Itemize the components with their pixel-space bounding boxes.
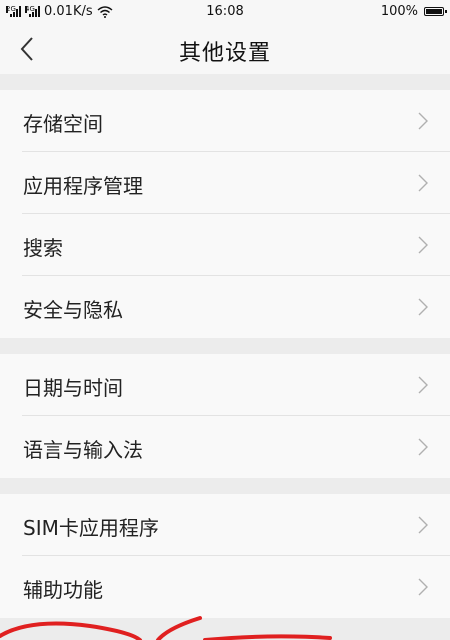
menu-item-label: 应用程序管理 bbox=[23, 174, 143, 198]
menu-item-language-input[interactable]: 语言与输入法 bbox=[0, 416, 450, 478]
chevron-right-icon bbox=[418, 174, 428, 192]
menu-item-label: 辅助功能 bbox=[23, 578, 103, 602]
menu-item-date-time[interactable]: 日期与时间 bbox=[0, 354, 450, 416]
menu-item-label: 安全与隐私 bbox=[23, 298, 123, 322]
battery-icon bbox=[424, 7, 447, 16]
menu-item-label: 语言与输入法 bbox=[23, 438, 143, 462]
menu-item-label: SIM卡应用程序 bbox=[23, 516, 159, 540]
menu-item-security-privacy[interactable]: 安全与隐私 bbox=[0, 276, 450, 338]
section-divider bbox=[0, 478, 450, 494]
chevron-right-icon bbox=[418, 236, 428, 254]
chevron-right-icon bbox=[418, 578, 428, 596]
title-bar: 其他设置 bbox=[0, 24, 450, 74]
status-bar: 2G 4G 0.01K/s 16:08 100% bbox=[0, 0, 450, 24]
section-divider bbox=[0, 618, 450, 640]
chevron-right-icon bbox=[418, 298, 428, 316]
menu-item-storage[interactable]: 存储空间 bbox=[0, 90, 450, 152]
battery-percent: 100% bbox=[380, 4, 418, 19]
menu-item-sim-apps[interactable]: SIM卡应用程序 bbox=[0, 494, 450, 556]
page-title: 其他设置 bbox=[178, 41, 271, 66]
settings-group-sim-accessibility: SIM卡应用程序 辅助功能 bbox=[0, 494, 450, 618]
section-divider bbox=[0, 338, 450, 354]
chevron-right-icon bbox=[418, 438, 428, 456]
section-divider bbox=[0, 74, 450, 90]
menu-item-label: 日期与时间 bbox=[23, 376, 123, 400]
status-right: 100% bbox=[380, 4, 447, 19]
chevron-right-icon bbox=[418, 112, 428, 130]
menu-item-search[interactable]: 搜索 bbox=[0, 214, 450, 276]
menu-item-label: 搜索 bbox=[23, 236, 63, 260]
menu-item-label: 存储空间 bbox=[23, 112, 103, 136]
menu-item-accessibility[interactable]: 辅助功能 bbox=[0, 556, 450, 618]
settings-group-storage: 存储空间 应用程序管理 搜索 安全与隐私 bbox=[0, 90, 450, 338]
chevron-right-icon bbox=[418, 376, 428, 394]
settings-group-date-language: 日期与时间 语言与输入法 bbox=[0, 354, 450, 478]
menu-item-app-management[interactable]: 应用程序管理 bbox=[0, 152, 450, 214]
chevron-right-icon bbox=[418, 516, 428, 534]
